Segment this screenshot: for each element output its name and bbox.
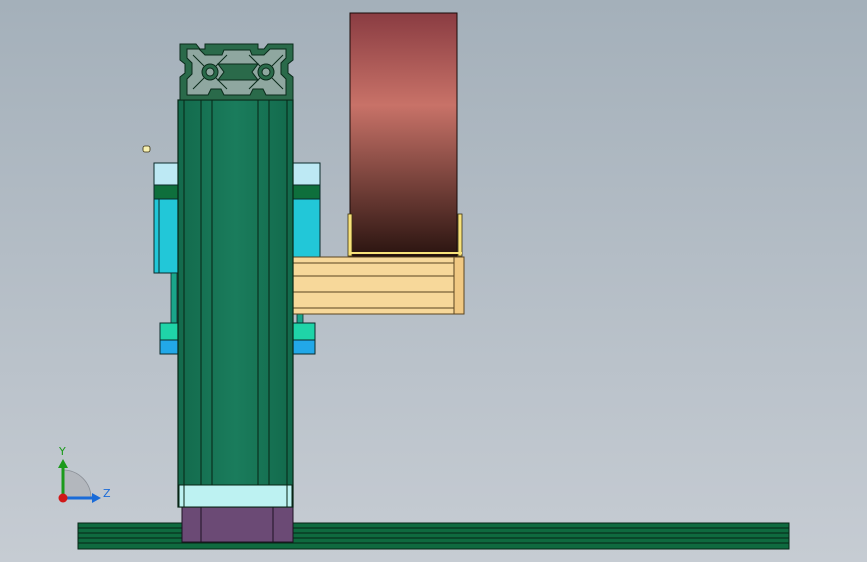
roller-drum[interactable] [347, 12, 463, 257]
vertical-profile[interactable] [177, 99, 294, 508]
profile-cross-section[interactable] [179, 43, 294, 101]
z-axis-label: Z [103, 487, 111, 500]
cursor-marker [142, 145, 151, 153]
base-block[interactable] [181, 506, 294, 543]
triad-origin [58, 493, 68, 503]
y-axis-label: Y [58, 445, 66, 458]
model-scene[interactable]: Y Z [0, 0, 867, 562]
graphics-viewport[interactable]: Y Z [0, 0, 867, 562]
bracket-plate[interactable] [291, 256, 465, 315]
